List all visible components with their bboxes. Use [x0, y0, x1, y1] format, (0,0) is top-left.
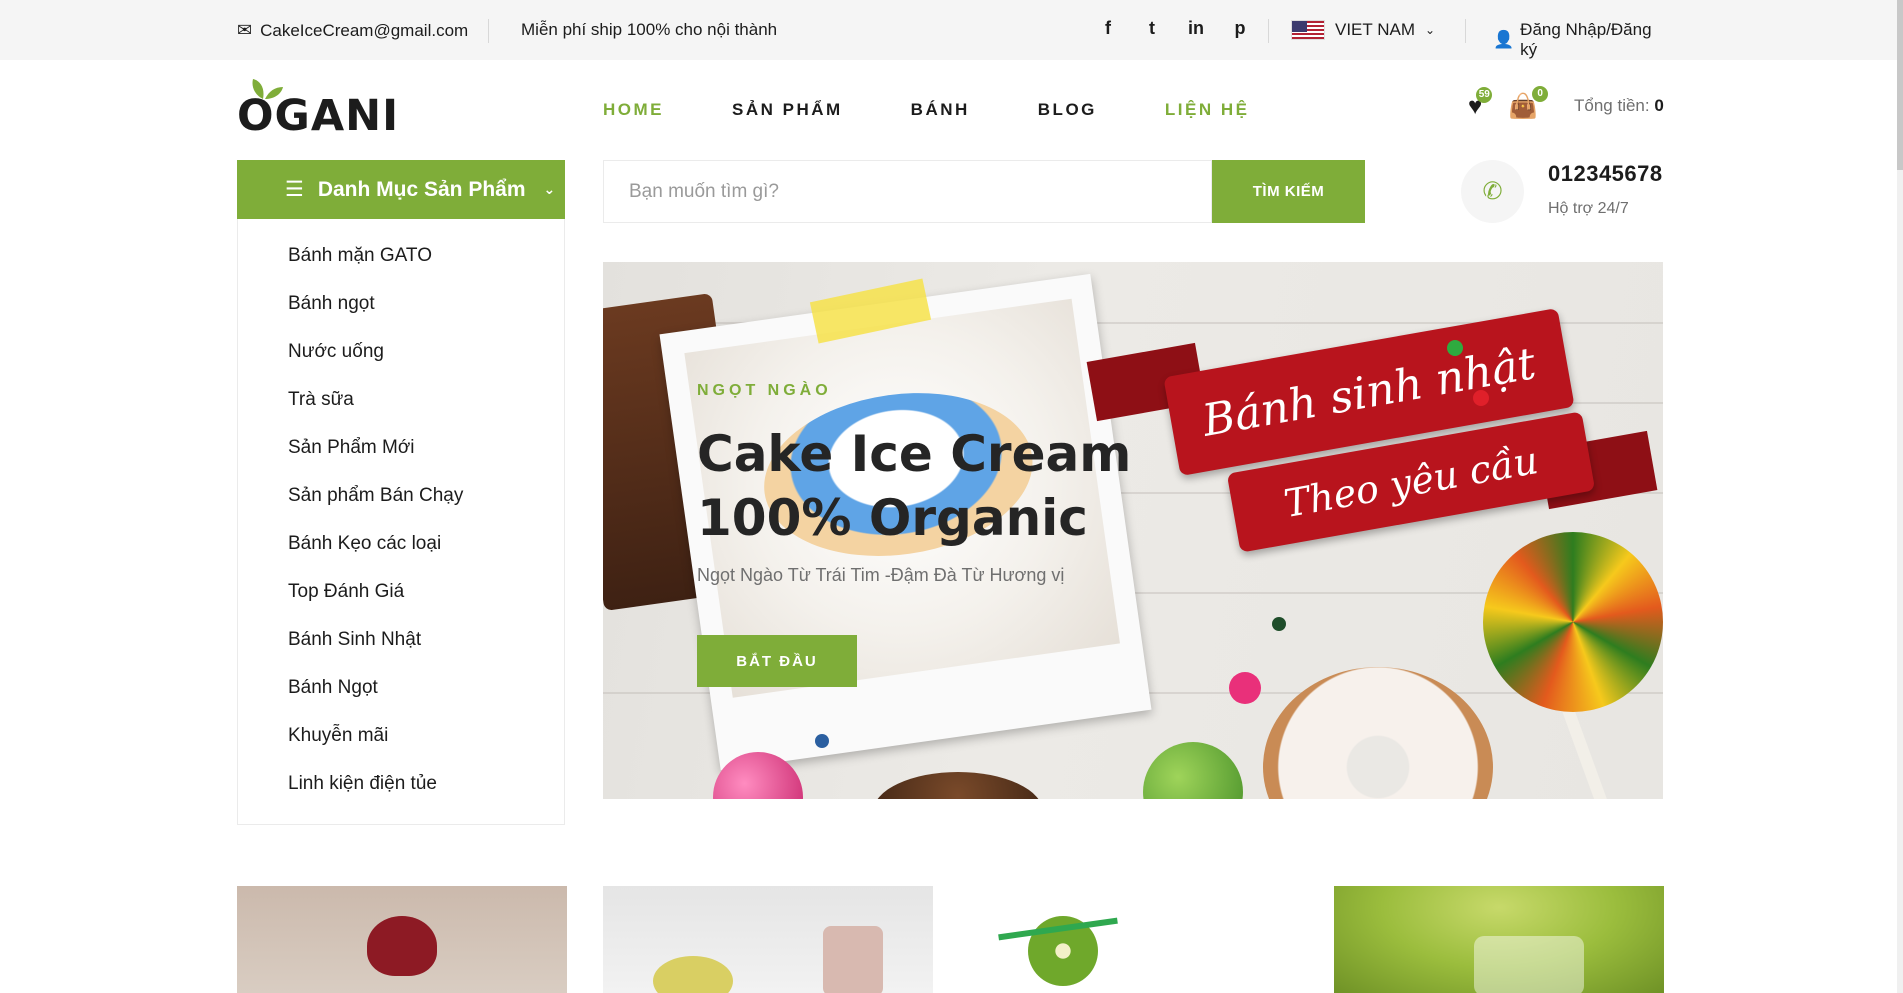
social-links: f t in p — [1099, 18, 1249, 39]
cart-button[interactable]: 👜 0 — [1508, 86, 1549, 121]
chevron-down-icon: ⌄ — [1424, 23, 1436, 37]
divider — [1465, 19, 1466, 43]
candy-dot — [1229, 672, 1261, 704]
language-label: VIET NAM — [1335, 20, 1415, 39]
linkedin-icon[interactable]: in — [1187, 18, 1205, 39]
email-text: CakeIceCream@gmail.com — [260, 20, 469, 40]
category-item[interactable]: Bánh mặn GATO — [288, 245, 432, 267]
nav-blog[interactable]: BLOG — [1038, 100, 1097, 120]
shipping-note: Miễn phí ship 100% cho nội thành — [521, 20, 778, 39]
candy-dot — [1447, 340, 1463, 356]
wishlist-count-badge: 59 — [1476, 86, 1493, 103]
category-item[interactable]: Linh kiện điện tủe — [288, 773, 437, 795]
envelope-icon: ✉ — [237, 20, 253, 40]
category-item[interactable]: Sản phẩm Bán Chạy — [288, 485, 463, 507]
divider — [1268, 19, 1269, 43]
category-item[interactable]: Bánh Kẹo các loại — [288, 533, 441, 555]
product-thumbnail[interactable] — [603, 886, 933, 993]
cart-count-badge: 0 — [1532, 86, 1549, 102]
hamburger-icon: ☰ — [285, 178, 304, 201]
contact-email[interactable]: ✉ CakeIceCream@gmail.com — [237, 20, 468, 41]
hero-title-line2: 100% Organic — [697, 489, 1088, 547]
login-link[interactable]: 👤 Đăng Nhập/Đăng ký — [1493, 20, 1663, 60]
fruit-image — [653, 956, 733, 993]
category-item[interactable]: Khuyễn mãi — [288, 725, 388, 747]
total-label: Tổng tiền: — [1574, 96, 1650, 115]
jar-image — [823, 926, 883, 993]
top-bar: ✉ CakeIceCream@gmail.com Miễn phí ship 1… — [0, 0, 1903, 60]
product-thumbnail[interactable] — [237, 886, 567, 993]
hero-title: Cake Ice Cream 100% Organic — [697, 422, 1131, 550]
lollipop-stick — [1560, 703, 1614, 799]
search-field — [603, 160, 1212, 223]
facebook-icon[interactable]: f — [1099, 18, 1117, 39]
glass-pitcher-image — [1474, 936, 1584, 993]
header-actions: ♥ 59 👜 0 — [1468, 86, 1549, 121]
category-item[interactable]: Bánh Sinh Nhật — [288, 629, 421, 651]
category-item[interactable]: Top Đánh Giá — [288, 581, 404, 603]
product-thumbnail[interactable] — [968, 886, 1298, 993]
twitter-icon[interactable]: t — [1143, 18, 1161, 39]
nav-home[interactable]: HOME — [603, 100, 664, 120]
candy-dot — [815, 734, 829, 748]
support-phone: 012345678 — [1548, 161, 1663, 186]
hero-title-line1: Cake Ice Cream — [697, 425, 1132, 483]
logo-text: OGANI — [237, 91, 400, 141]
hero-banner: Bánh sinh nhật Theo yêu cầu NGỌT NGÀO Ca… — [603, 262, 1663, 799]
main-nav: HOME SẢN PHẨM BÁNH BLOG LIỆN HỆ — [603, 100, 1249, 120]
vertical-scrollbar[interactable] — [1897, 0, 1903, 993]
category-item[interactable]: Nước uống — [288, 341, 384, 363]
support-note: Hộ trợ 24/7 — [1548, 200, 1629, 217]
category-item[interactable]: Bánh ngọt — [288, 293, 375, 315]
us-flag-icon — [1291, 20, 1325, 40]
phone-icon: ✆ — [1461, 160, 1524, 223]
donut-image — [1263, 667, 1493, 799]
lollipop-image — [1483, 532, 1663, 712]
product-thumbnail[interactable] — [1334, 886, 1664, 993]
divider — [488, 19, 489, 43]
wishlist-button[interactable]: ♥ 59 — [1468, 86, 1493, 121]
candy-dot — [1473, 390, 1489, 406]
search-button[interactable]: TÌM KIẾM — [1212, 160, 1365, 223]
total-value: 0 — [1654, 96, 1664, 115]
category-list: Bánh mặn GATO Bánh ngọt Nước uống Trà sữ… — [237, 219, 565, 825]
hero-description: Ngọt Ngào Từ Trái Tim -Đậm Đà Từ Hương v… — [697, 565, 1065, 585]
category-item[interactable]: Bánh Ngọt — [288, 677, 378, 699]
search-bar: TÌM KIẾM — [603, 160, 1365, 223]
language-selector[interactable]: VIET NAM ⌄ — [1291, 20, 1435, 40]
pinterest-icon[interactable]: p — [1231, 18, 1249, 39]
nav-contact[interactable]: LIỆN HỆ — [1165, 100, 1250, 120]
category-menu-toggle[interactable]: ☰ Danh Mục Sản Phẩm ⌄ — [237, 160, 565, 219]
search-input[interactable] — [629, 180, 1211, 203]
berry-dessert-image — [367, 916, 437, 976]
user-icon: 👤 — [1493, 30, 1515, 49]
start-button[interactable]: BẮT ĐẦU — [697, 635, 857, 687]
nav-products[interactable]: SẢN PHẨM — [732, 100, 843, 120]
category-item[interactable]: Sản Phẩm Mới — [288, 437, 415, 459]
chevron-down-icon: ⌄ — [543, 181, 556, 197]
candy-dot — [1272, 617, 1286, 631]
candy-ball — [1143, 742, 1243, 799]
category-menu-title: Danh Mục Sản Phẩm — [317, 177, 526, 201]
nav-cakes[interactable]: BÁNH — [911, 100, 970, 120]
cookie-image — [873, 772, 1043, 799]
hero-tag: NGỌT NGÀO — [697, 382, 832, 399]
cart-total: Tổng tiền: 0 — [1574, 96, 1664, 116]
category-item[interactable]: Trà sữa — [288, 389, 354, 411]
logo[interactable]: OGANI — [237, 75, 398, 141]
login-label: Đăng Nhập/Đăng ký — [1520, 20, 1652, 59]
